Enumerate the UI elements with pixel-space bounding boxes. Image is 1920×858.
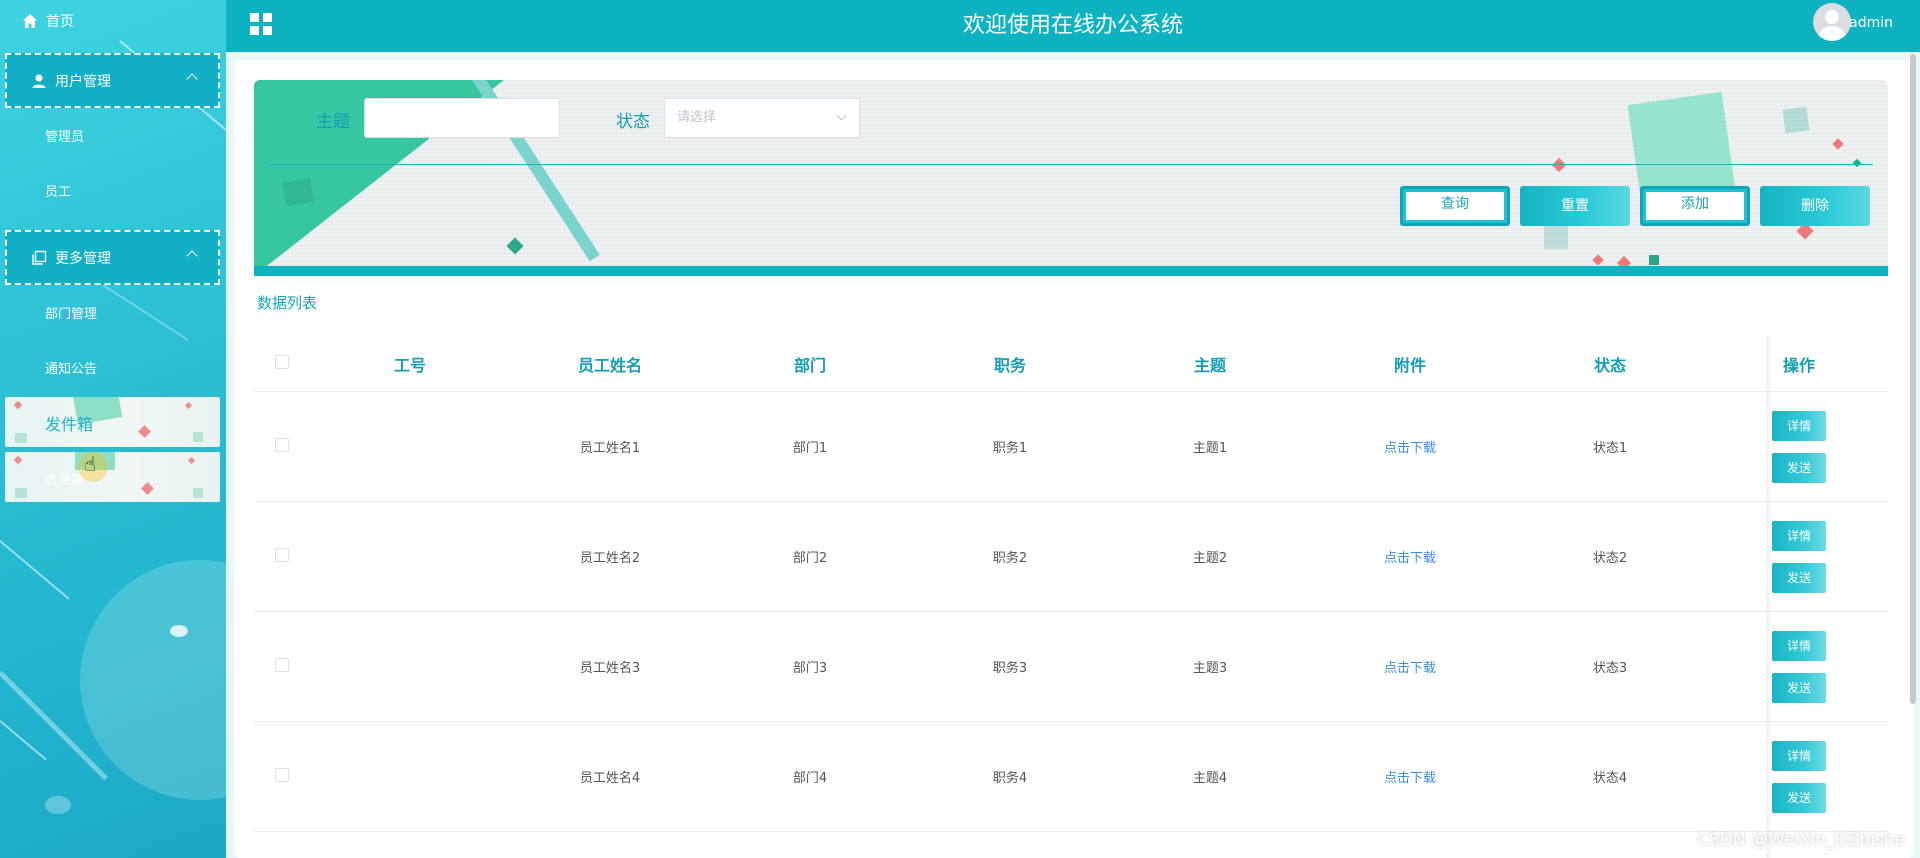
chevron-up-icon xyxy=(186,250,198,262)
cell-dept: 部门2 xyxy=(792,551,828,566)
cell-status: 状态1 xyxy=(1592,441,1628,456)
cell-subject: 主题3 xyxy=(1192,661,1228,676)
status-select-placeholder: 请选择 xyxy=(677,110,717,125)
table-row: 员工姓名4 部门4 职务4 主题4 点击下载 状态4 详情 发送 xyxy=(254,722,1888,832)
query-button[interactable]: 查询 xyxy=(1400,186,1510,226)
cell-subject: 主题4 xyxy=(1192,771,1228,786)
top-header: 欢迎使用在线办公系统 admin xyxy=(226,0,1920,52)
page-scrollbar[interactable] xyxy=(1910,54,1916,704)
fixed-column-shadow xyxy=(1766,336,1774,858)
column-header[interactable]: 状态 xyxy=(1510,352,1710,376)
row-checkbox[interactable] xyxy=(275,547,289,562)
cell-status: 状态3 xyxy=(1592,661,1628,676)
cell-subject: 主题1 xyxy=(1192,441,1228,456)
download-link[interactable]: 点击下载 xyxy=(1310,437,1510,456)
select-all-checkbox[interactable] xyxy=(275,355,289,369)
sidebar-group-user-management[interactable]: 用户管理 xyxy=(5,53,220,108)
sidebar-item-home[interactable]: 首页 xyxy=(22,10,74,32)
add-button[interactable]: 添加 xyxy=(1640,186,1750,226)
table-row: 员工姓名1 部门1 职务1 主题1 点击下载 状态1 详情 发送 xyxy=(254,392,1888,502)
download-link[interactable]: 点击下载 xyxy=(1310,547,1510,566)
table-header: 工号 员工姓名 部门 职务 主题 附件 状态 操作 xyxy=(254,336,1888,392)
reset-button[interactable]: 重置 xyxy=(1520,186,1630,226)
chevron-up-icon xyxy=(186,73,198,85)
cell-position: 职务3 xyxy=(992,661,1028,676)
detail-button[interactable]: 详情 xyxy=(1772,410,1826,441)
cell-dept: 部门4 xyxy=(792,771,828,786)
status-label: 状态 xyxy=(616,112,650,132)
cell-dept: 部门3 xyxy=(792,661,828,676)
decor-glow xyxy=(80,560,226,800)
cell-status: 状态4 xyxy=(1592,771,1628,786)
user-icon xyxy=(32,74,46,88)
delete-button[interactable]: 删除 xyxy=(1760,186,1870,226)
cell-position: 职务4 xyxy=(992,771,1028,786)
cell-name: 员工姓名2 xyxy=(579,551,641,566)
decor-streak xyxy=(0,540,70,600)
cell-name: 员工姓名1 xyxy=(579,441,641,456)
column-header[interactable]: 职务 xyxy=(910,352,1110,376)
cell-subject: 主题2 xyxy=(1192,551,1228,566)
send-button[interactable]: 发送 xyxy=(1772,562,1826,593)
sidebar-item-admin[interactable]: 管理员 xyxy=(45,126,84,145)
column-header[interactable]: 主题 xyxy=(1110,352,1310,376)
decor-streak xyxy=(0,720,47,761)
sidebar-item-inbox[interactable]: 收件箱 xyxy=(5,452,220,502)
sidebar-item-outbox[interactable]: 发件箱 xyxy=(5,397,220,447)
cell-name: 员工姓名4 xyxy=(579,771,641,786)
table-row: 员工姓名3 部门3 职务3 主题3 点击下载 状态3 详情 发送 xyxy=(254,612,1888,722)
data-list-title: 数据列表 xyxy=(257,294,318,312)
sidebar-group-label: 用户管理 xyxy=(55,73,111,90)
app-title: 欢迎使用在线办公系统 xyxy=(962,13,1183,38)
send-button[interactable]: 发送 xyxy=(1772,452,1826,483)
sidebar-group-more-management[interactable]: 更多管理 xyxy=(5,230,220,285)
cell-name: 员工姓名3 xyxy=(579,661,641,676)
column-header[interactable]: 附件 xyxy=(1310,352,1510,376)
send-button[interactable]: 发送 xyxy=(1772,782,1826,813)
sidebar-item-notice[interactable]: 通知公告 xyxy=(45,358,97,377)
sidebar-item-label: 首页 xyxy=(46,14,74,30)
table-row: 员工姓名2 部门2 职务2 主题2 点击下载 状态2 详情 发送 xyxy=(254,502,1888,612)
user-name[interactable]: admin xyxy=(1849,15,1893,31)
sidebar-item-employee[interactable]: 员工 xyxy=(45,181,71,200)
cell-dept: 部门1 xyxy=(792,441,828,456)
search-panel: 主题 状态 请选择 查询 重置 添加 删除 xyxy=(254,80,1888,276)
row-checkbox[interactable] xyxy=(275,437,289,452)
subject-label: 主题 xyxy=(316,112,350,132)
column-header[interactable]: 工号 xyxy=(310,352,510,376)
sidebar: 首页 用户管理 管理员 员工 更多管理 部门管理 通知公告 发件箱 收件箱 xyxy=(0,0,226,858)
sidebar-group-label: 更多管理 xyxy=(55,250,111,267)
row-checkbox[interactable] xyxy=(275,767,289,782)
detail-button[interactable]: 详情 xyxy=(1772,740,1826,771)
download-link[interactable]: 点击下载 xyxy=(1310,657,1510,676)
copy-icon xyxy=(32,250,47,265)
chevron-down-icon xyxy=(836,110,847,121)
detail-button[interactable]: 详情 xyxy=(1772,520,1826,551)
cell-status: 状态2 xyxy=(1592,551,1628,566)
detail-button[interactable]: 详情 xyxy=(1772,630,1826,661)
cell-position: 职务1 xyxy=(992,441,1028,456)
watermark: CSDN @WeiXin_DZbishe xyxy=(1697,830,1905,850)
hand-pointer-icon: ☝ xyxy=(84,452,97,476)
subject-input[interactable] xyxy=(364,98,560,138)
column-header: 操作 xyxy=(1782,355,1815,375)
data-table: 工号 员工姓名 部门 职务 主题 附件 状态 操作 员工姓名1 部门1 职务1 … xyxy=(254,336,1888,832)
send-button[interactable]: 发送 xyxy=(1772,672,1826,703)
column-header[interactable]: 部门 xyxy=(710,352,910,376)
row-checkbox[interactable] xyxy=(275,657,289,672)
column-header[interactable]: 员工姓名 xyxy=(510,352,710,376)
decor-glow xyxy=(45,796,71,814)
divider xyxy=(269,164,1873,165)
cell-position: 职务2 xyxy=(992,551,1028,566)
avatar[interactable] xyxy=(1813,3,1851,41)
search-panel-bottom-bar xyxy=(254,266,1888,276)
home-icon xyxy=(23,14,37,28)
decor-glow xyxy=(170,625,188,637)
sidebar-item-department[interactable]: 部门管理 xyxy=(45,303,97,322)
status-select[interactable]: 请选择 xyxy=(664,98,860,138)
sidebar-item-label: 发件箱 xyxy=(45,415,94,434)
download-link[interactable]: 点击下载 xyxy=(1310,767,1510,786)
